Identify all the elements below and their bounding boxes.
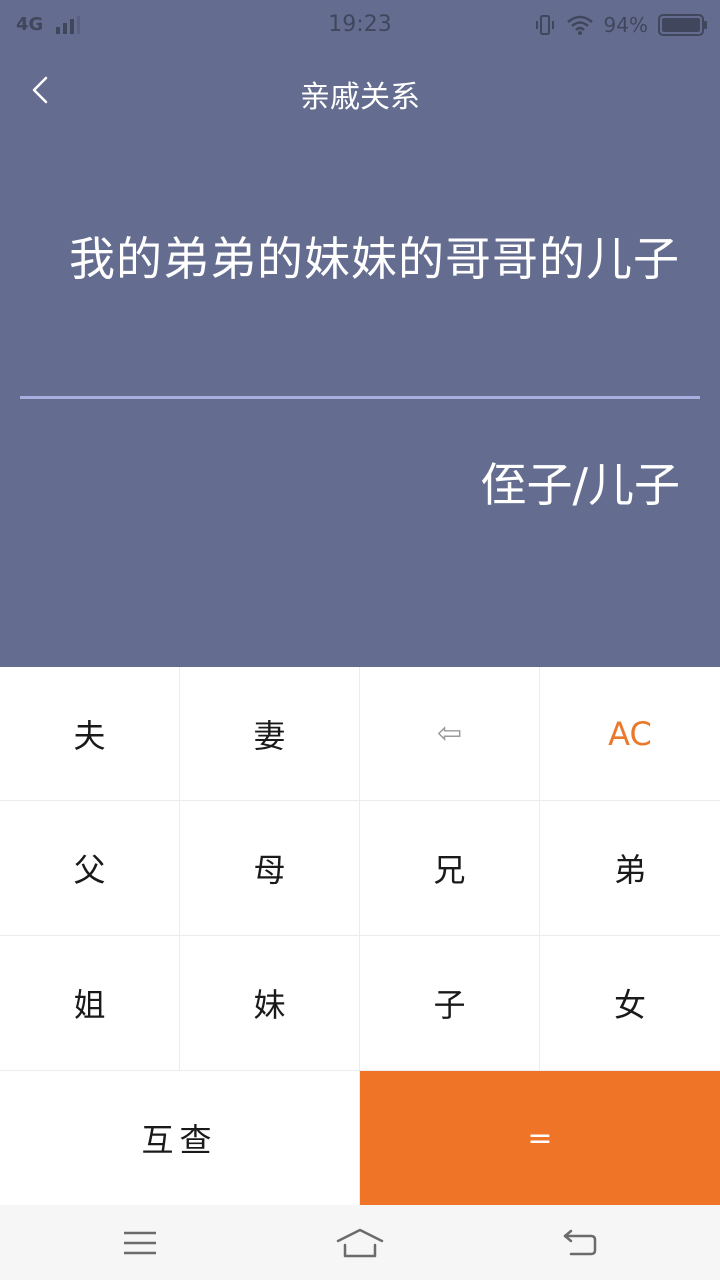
status-right: 94%	[534, 11, 708, 39]
display-panel: 4G 19:23 94% 亲戚关系 我的弟弟的妹妹的哥哥的儿子 侄子/儿子	[0, 0, 720, 667]
result-display: 侄子/儿子	[480, 458, 681, 512]
menu-button[interactable]	[110, 1225, 170, 1261]
key-son[interactable]: 子	[360, 936, 540, 1071]
equals-button[interactable]: =	[360, 1071, 720, 1205]
menu-icon	[124, 1231, 156, 1255]
clear-all-key[interactable]: AC	[540, 667, 720, 801]
key-father[interactable]: 父	[0, 801, 180, 936]
key-younger-sister[interactable]: 妹	[180, 936, 360, 1071]
key-younger-brother[interactable]: 弟	[540, 801, 720, 936]
key-wife[interactable]: 妻	[180, 667, 360, 801]
status-bar: 4G 19:23 94%	[0, 0, 720, 52]
vibrate-icon	[535, 15, 554, 35]
key-mother[interactable]: 母	[180, 801, 360, 936]
key-daughter[interactable]: 女	[540, 936, 720, 1071]
display-divider	[20, 396, 700, 399]
page-title: 亲戚关系	[300, 80, 420, 115]
back-nav-button[interactable]	[550, 1225, 610, 1261]
key-elder-brother[interactable]: 兄	[360, 801, 540, 936]
battery-icon	[658, 14, 707, 36]
wifi-icon	[566, 15, 593, 35]
key-elder-sister[interactable]: 姐	[0, 936, 180, 1071]
keypad: 夫 妻 ⇦ AC 父 母 兄 弟 姐 妹 子 女 互查 =	[0, 667, 720, 1205]
mutual-lookup-button[interactable]: 互查	[0, 1071, 360, 1205]
navigation-bar	[0, 1205, 720, 1280]
backspace-key[interactable]: ⇦	[360, 667, 540, 801]
battery-percent: 94%	[603, 13, 648, 37]
home-button[interactable]	[330, 1225, 390, 1261]
home-icon	[336, 1228, 384, 1258]
expression-display: 我的弟弟的妹妹的哥哥的儿子	[69, 232, 680, 286]
header: 亲戚关系	[0, 52, 720, 132]
return-icon	[563, 1229, 597, 1256]
key-husband[interactable]: 夫	[0, 667, 180, 801]
